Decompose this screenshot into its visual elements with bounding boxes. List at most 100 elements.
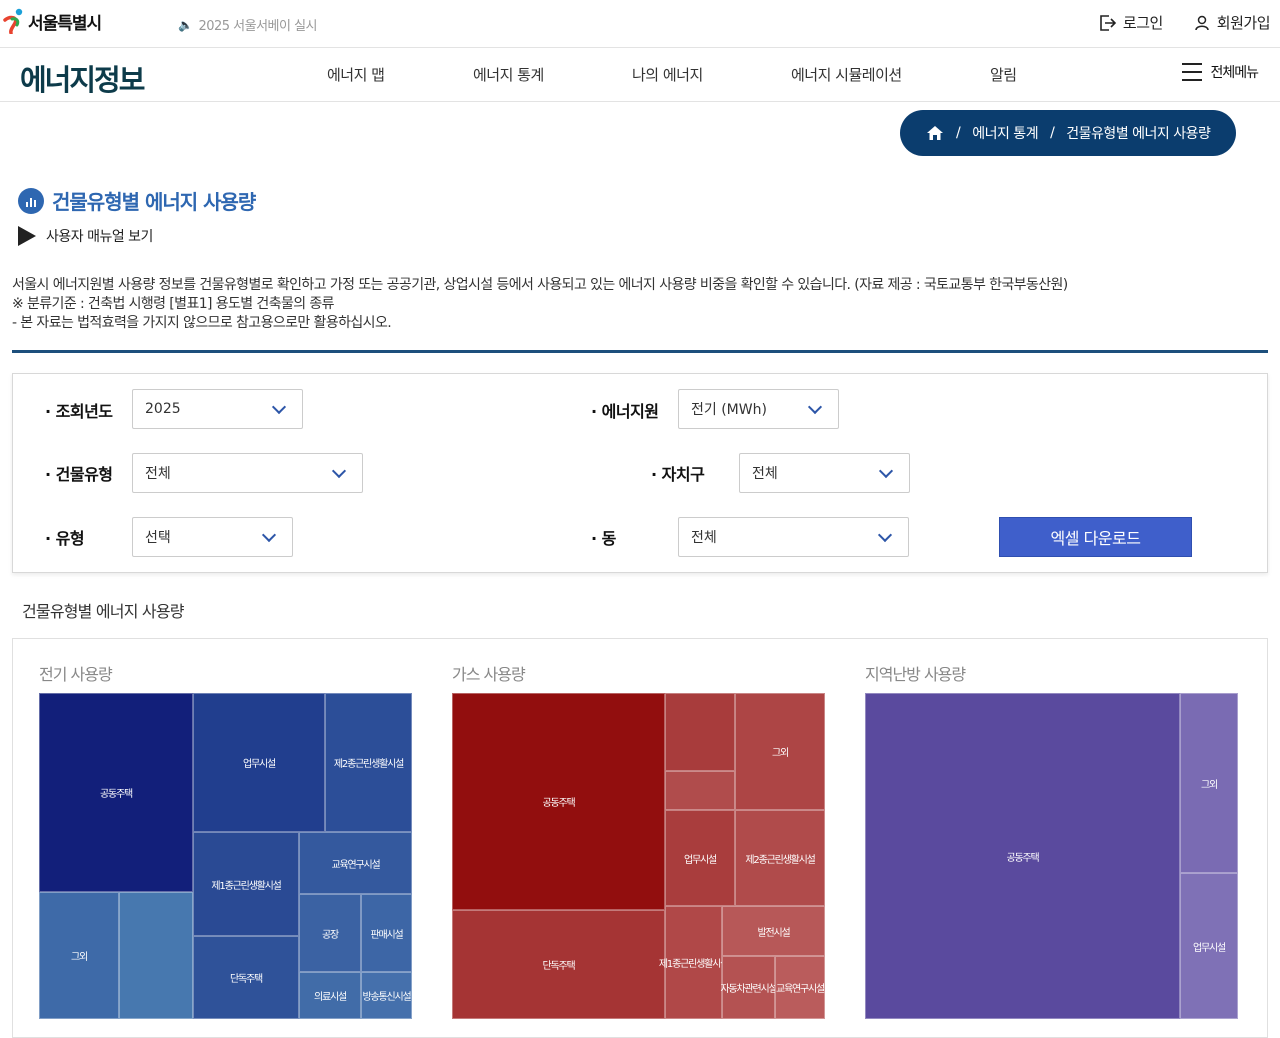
treemap-cell[interactable] bbox=[665, 771, 735, 810]
breadcrumb-separator: / bbox=[1050, 125, 1055, 141]
treemap-cell-label: 업무시설 bbox=[684, 854, 717, 866]
treemap-cell-label: 업무시설 bbox=[1193, 942, 1226, 954]
treemap-cell[interactable]: 의료시설 bbox=[299, 972, 361, 1019]
page-title-block: 건물유형별 에너지 사용량 bbox=[18, 186, 256, 215]
district-heat-treemap[interactable]: 공동주택 그외업무시설 bbox=[865, 693, 1238, 1019]
gas-treemap[interactable]: 공동주택 그외업무시설 제2종근린생활시설단독주택 제1종근린생활시설 발전시설자동차관… bbox=[452, 693, 825, 1019]
signup-label: 회원가입 bbox=[1216, 14, 1271, 32]
type-label: · 유형 bbox=[45, 529, 85, 548]
description-line: 서울시 에너지원별 사용량 정보를 건물유형별로 확인하고 가정 또는 공공기관… bbox=[12, 277, 1068, 293]
chevron-down-icon bbox=[878, 463, 894, 479]
treemap-cell[interactable]: 제2종근린생활시설 bbox=[325, 693, 412, 832]
building-type-select[interactable]: 전체 bbox=[132, 453, 363, 493]
treemap-cell[interactable] bbox=[119, 892, 193, 1019]
top-utility-bar: 서울특별시 🔈 2025 서울서베이 실시 로그인 회원가입 bbox=[0, 0, 1280, 48]
treemap-cell[interactable] bbox=[665, 693, 735, 771]
nav-energy-map[interactable]: 에너지 맵 bbox=[327, 64, 385, 85]
nav-energy-stats[interactable]: 에너지 통계 bbox=[473, 64, 544, 85]
treemap-cell[interactable]: 업무시설 bbox=[665, 810, 735, 906]
electric-treemap[interactable]: 공동주택 업무시설 제2종근린생활시설교육연구시설제1종근린생활시설그외 공장 판매시설… bbox=[39, 693, 412, 1019]
section-divider bbox=[12, 350, 1268, 353]
treemap-cell-label: 공동주택 bbox=[542, 798, 576, 809]
notice-ticker[interactable]: 🔈 2025 서울서베이 실시 bbox=[178, 15, 318, 35]
hamburger-icon bbox=[1182, 63, 1203, 81]
treemap-cell[interactable]: 공장 bbox=[299, 894, 361, 972]
nav-notice[interactable]: 알림 bbox=[990, 64, 1017, 85]
dong-select[interactable]: 전체 bbox=[678, 517, 909, 557]
treemap-cell[interactable]: 단독주택 bbox=[193, 936, 299, 1019]
treemap-cell[interactable]: 그외 bbox=[1180, 693, 1238, 873]
breadcrumb-level1[interactable]: 에너지 통계 bbox=[972, 123, 1038, 143]
treemap-cell[interactable]: 판매시설 bbox=[361, 894, 412, 972]
treemap-cell[interactable]: 그외 bbox=[39, 892, 119, 1019]
treemap-cell[interactable]: 발전시설 bbox=[722, 906, 825, 956]
electric-chart-title: 전기 사용량 bbox=[39, 665, 113, 684]
chevron-down-icon bbox=[271, 399, 287, 415]
dong-select-value: 전체 bbox=[691, 530, 717, 546]
breadcrumb-separator: / bbox=[956, 125, 961, 141]
login-link[interactable]: 로그인 bbox=[1099, 12, 1163, 33]
nav-my-energy[interactable]: 나의 에너지 bbox=[632, 64, 703, 85]
treemap-cell[interactable]: 공동주택 bbox=[39, 693, 193, 892]
treemap-cell[interactable]: 업무시설 bbox=[1180, 873, 1238, 1019]
treemap-cell[interactable]: 제2종근린생활시설 bbox=[735, 810, 825, 906]
treemap-cell[interactable]: 제1종근린생활시설 bbox=[659, 906, 729, 1019]
treemap-cell-label: 제2종근린생활시설 bbox=[333, 759, 404, 770]
breadcrumb: / 에너지 통계 / 건물유형별 에너지 사용량 bbox=[900, 110, 1236, 156]
energy-source-select-value: 전기 (MWh) bbox=[691, 402, 767, 418]
treemap-cell-label: 공동주택 bbox=[1006, 852, 1040, 864]
chevron-down-icon bbox=[807, 399, 823, 415]
treemap-cell[interactable]: 그외 bbox=[735, 693, 825, 810]
type-select[interactable]: 선택 bbox=[132, 517, 293, 557]
user-add-icon bbox=[1195, 15, 1209, 30]
year-select[interactable]: 2025 bbox=[132, 389, 303, 429]
excel-download-button[interactable]: 엑셀 다운로드 bbox=[999, 517, 1192, 557]
treemap-cell[interactable]: 업무시설 bbox=[193, 693, 325, 832]
nav-energy-simulation[interactable]: 에너지 시뮬레이션 bbox=[791, 64, 902, 85]
description-line: - 본 자료는 법적효력을 가지지 않으므로 참고용으로만 활용하십시오. bbox=[12, 315, 392, 331]
all-menu-button[interactable]: 전체메뉴 bbox=[1182, 62, 1259, 82]
treemap-cell-label: 교육연구시설 bbox=[776, 984, 825, 995]
treemap-cell-label: 업무시설 bbox=[243, 759, 276, 770]
treemap-cell-label: 공동주택 bbox=[100, 789, 133, 800]
district-heat-chart-title: 지역난방 사용량 bbox=[865, 665, 966, 684]
seoul-logo[interactable]: 서울특별시 bbox=[2, 8, 102, 34]
chevron-down-icon bbox=[877, 527, 893, 543]
district-label: · 자치구 bbox=[651, 465, 705, 484]
treemap-cell[interactable]: 교육연구시설 bbox=[775, 956, 825, 1019]
treemap-cell-label: 공장 bbox=[322, 929, 339, 941]
treemap-cell-label: 교육연구시설 bbox=[331, 859, 381, 871]
user-manual-link[interactable]: 사용자 매뉴얼 보기 bbox=[18, 226, 153, 246]
treemap-cell[interactable]: 방송통신시설 bbox=[361, 972, 412, 1019]
treemap-cell-label: 제1종근린생활시설 bbox=[211, 880, 281, 892]
seoul-logo-text: 서울특별시 bbox=[28, 13, 102, 34]
year-select-value: 2025 bbox=[145, 401, 181, 417]
treemap-cell-label: 방송통신시설 bbox=[362, 992, 412, 1003]
signup-link[interactable]: 회원가입 bbox=[1195, 12, 1271, 33]
treemap-cell[interactable]: 공동주택 bbox=[452, 693, 665, 910]
seoul-symbol-icon bbox=[3, 8, 23, 34]
login-icon bbox=[1100, 14, 1117, 31]
breadcrumb-level2[interactable]: 건물유형별 에너지 사용량 bbox=[1066, 123, 1211, 143]
energy-source-label: · 에너지원 bbox=[591, 402, 659, 421]
user-manual-label: 사용자 매뉴얼 보기 bbox=[46, 229, 153, 245]
home-icon[interactable] bbox=[926, 125, 944, 141]
treemap-cell-label: 발전시설 bbox=[757, 927, 791, 939]
treemap-cell[interactable]: 공동주택 bbox=[865, 693, 1180, 1019]
treemap-cell-label: 단독주택 bbox=[542, 961, 576, 972]
treemap-cell-label: 그외 bbox=[71, 952, 88, 963]
page-description: 서울시 에너지원별 사용량 정보를 건물유형별로 확인하고 가정 또는 공공기관… bbox=[12, 276, 1068, 333]
energy-source-select[interactable]: 전기 (MWh) bbox=[678, 389, 839, 429]
building-type-select-value: 전체 bbox=[145, 466, 171, 482]
treemap-cell-label: 제2종근린생활시설 bbox=[745, 854, 815, 866]
treemap-cell[interactable]: 교육연구시설 bbox=[299, 832, 412, 894]
treemap-cell[interactable]: 단독주택 bbox=[452, 910, 665, 1019]
treemap-cell[interactable]: 제1종근린생활시설 bbox=[193, 832, 299, 936]
filter-panel: · 조회년도 2025 · 에너지원 전기 (MWh) · 건물유형 전체 · … bbox=[12, 373, 1268, 573]
building-type-label: · 건물유형 bbox=[45, 465, 113, 484]
global-navigation: 에너지정보 에너지 맵 에너지 통계 나의 에너지 에너지 시뮬레이션 알림 전… bbox=[0, 48, 1280, 102]
district-select[interactable]: 전체 bbox=[739, 453, 910, 493]
site-brand[interactable]: 에너지정보 bbox=[20, 57, 145, 99]
treemap-cell[interactable]: 자동차관련시설 bbox=[720, 956, 778, 1019]
treemap-cell-label: 자동차관련시설 bbox=[720, 984, 778, 995]
